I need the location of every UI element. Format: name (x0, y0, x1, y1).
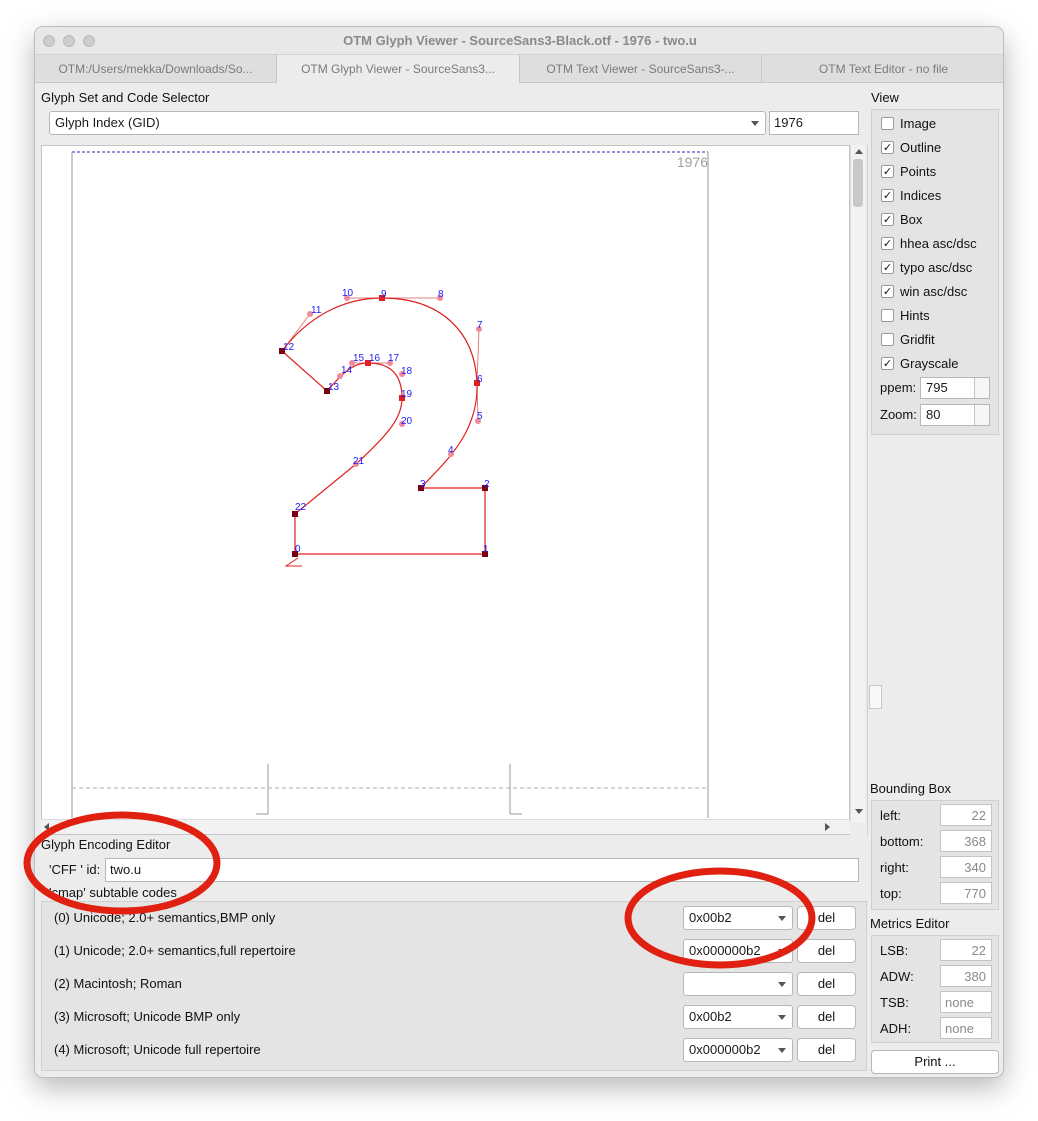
annotation-oval (23, 811, 221, 915)
annotation-oval (624, 867, 816, 969)
annotation-layer (23, 811, 816, 969)
